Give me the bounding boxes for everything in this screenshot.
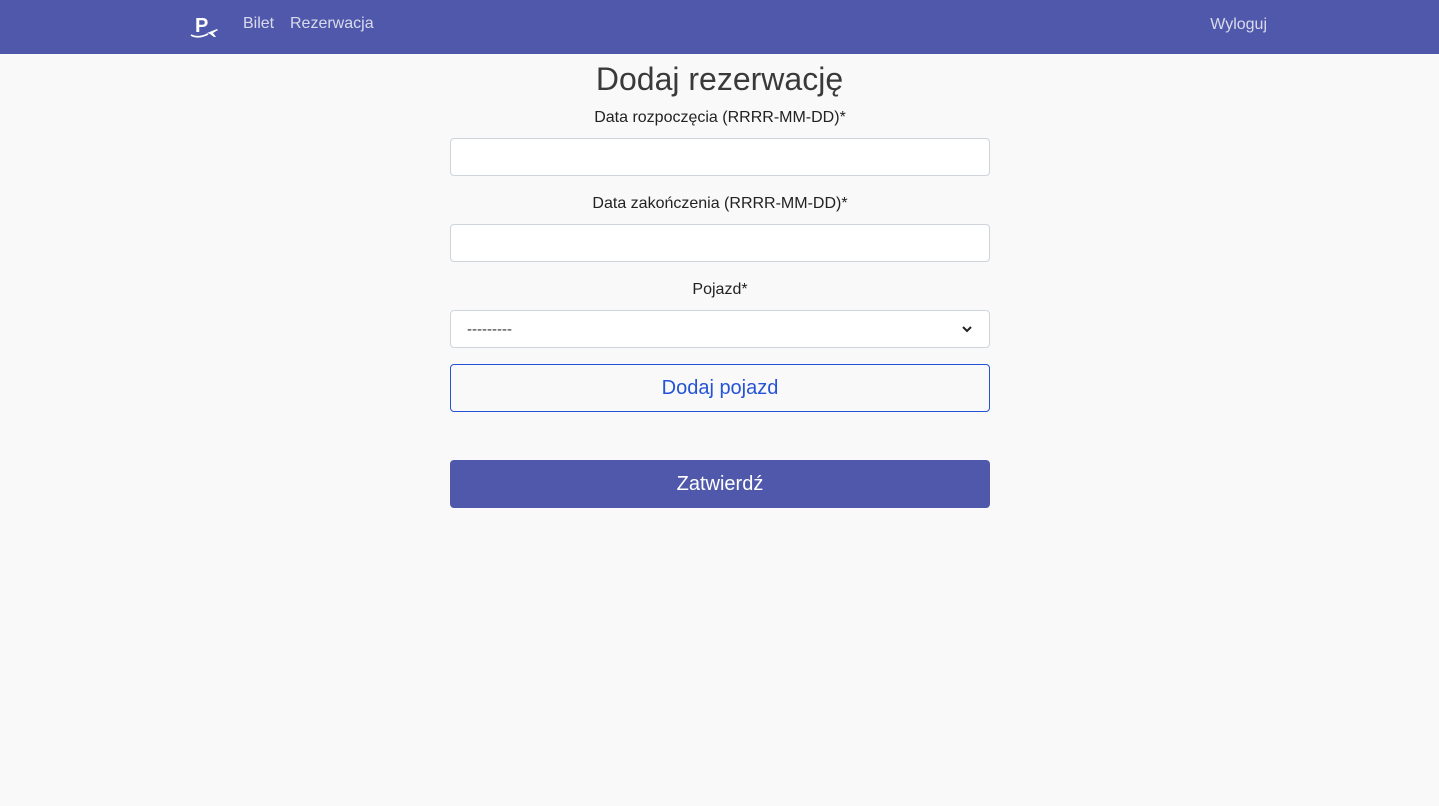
vehicle-select-value: --------- xyxy=(467,320,512,338)
start-date-input[interactable] xyxy=(450,138,990,176)
nav-link-bilet[interactable]: Bilet xyxy=(243,15,274,33)
end-date-label: Data zakończenia (RRRR-MM-DD)* xyxy=(592,195,848,212)
vehicle-label: Pojazd* xyxy=(692,281,748,298)
add-vehicle-button[interactable]: Dodaj pojazd xyxy=(450,364,990,412)
top-navbar: P Bilet Rezerwacja Wyloguj xyxy=(0,0,1439,54)
page-title: Dodaj rezerwację xyxy=(595,61,844,97)
end-date-input[interactable] xyxy=(450,224,990,262)
start-date-label: Data rozpoczęcia (RRRR-MM-DD)* xyxy=(594,109,846,126)
vehicle-select[interactable]: --------- xyxy=(450,310,990,348)
chevron-down-icon xyxy=(962,326,972,333)
brand-logo[interactable]: P xyxy=(188,12,222,40)
parking-plane-logo-icon: P xyxy=(190,15,218,38)
nav-link-rezerwacja[interactable]: Rezerwacja xyxy=(290,15,374,33)
logout-link[interactable]: Wyloguj xyxy=(1210,16,1267,34)
submit-button[interactable]: Zatwierdź xyxy=(450,460,990,508)
svg-text:P: P xyxy=(195,15,208,37)
